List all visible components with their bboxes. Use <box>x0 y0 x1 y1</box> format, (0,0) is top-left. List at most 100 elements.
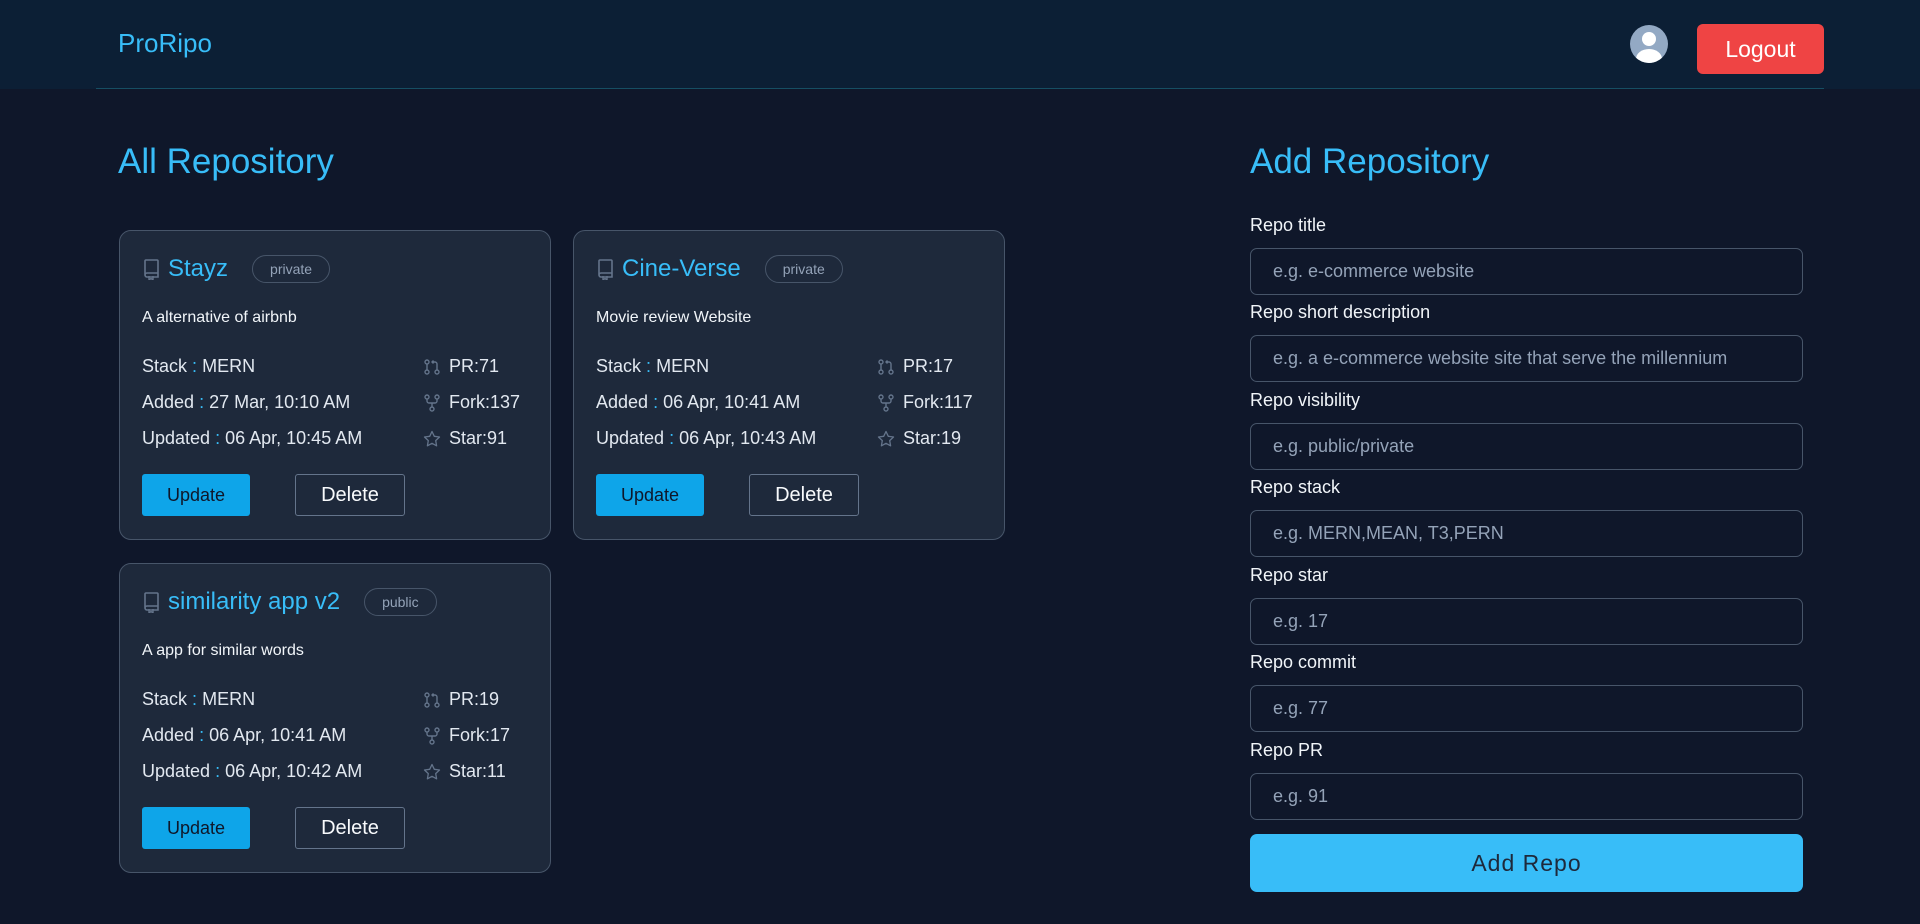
repo-pr-count: PR:17 <box>877 356 953 377</box>
fork-count-text: Fork:117 <box>903 392 973 412</box>
repo-updated: Updated : 06 Apr, 10:42 AM <box>142 761 363 781</box>
add-repository-title: Add Repository <box>1250 142 1490 181</box>
repo-commit-label: Repo commit <box>1250 652 1357 672</box>
book-icon <box>142 258 162 282</box>
add-repo-button[interactable]: Add Repo <box>1250 834 1803 892</box>
repo-pr-count: PR:19 <box>423 689 499 710</box>
repo-fork-count: Fork:17 <box>423 725 510 746</box>
logout-button[interactable]: Logout <box>1697 24 1824 74</box>
repo-description-input[interactable] <box>1250 335 1803 382</box>
repo-star-count: Star:91 <box>423 428 507 449</box>
repo-pr-input[interactable] <box>1250 773 1803 820</box>
visibility-badge: private <box>252 255 331 283</box>
repo-commit-input[interactable] <box>1250 685 1803 732</box>
repo-visibility-input[interactable] <box>1250 423 1803 470</box>
repo-added: Added : 06 Apr, 10:41 AM <box>142 725 347 745</box>
added-value: 06 Apr, 10:41 AM <box>663 392 801 412</box>
repo-stack-input[interactable] <box>1250 510 1803 557</box>
stack-label: Stack <box>142 356 188 376</box>
user-avatar-icon[interactable] <box>1630 25 1668 63</box>
avatar-body <box>1636 49 1662 63</box>
repo-stack-label: Repo stack <box>1250 477 1341 497</box>
repo-visibility-label: Repo visibility <box>1250 390 1361 410</box>
star-count-text: Star:11 <box>449 761 506 781</box>
book-icon <box>596 258 616 282</box>
repo-title-input[interactable] <box>1250 248 1803 295</box>
repo-card-header: similarity app v2 public <box>142 588 437 616</box>
repo-stack: Stack : MERN <box>596 356 710 376</box>
added-value: 06 Apr, 10:41 AM <box>209 725 347 745</box>
stack-value: MERN <box>202 689 256 709</box>
added-label: Added <box>142 392 195 412</box>
delete-button[interactable]: Delete <box>295 807 405 849</box>
visibility-badge: public <box>364 588 437 616</box>
pull-request-icon <box>424 691 440 708</box>
fork-icon <box>878 393 894 412</box>
repo-updated: Updated : 06 Apr, 10:43 AM <box>596 428 817 448</box>
repo-card: similarity app v2 public A app for simil… <box>119 563 551 873</box>
brand-logo[interactable]: ProRipo <box>118 28 212 59</box>
star-count-text: Star:91 <box>449 428 508 448</box>
stack-label: Stack <box>142 689 188 709</box>
pull-request-icon <box>878 358 894 375</box>
star-count-text: Star:19 <box>903 428 962 448</box>
repo-description-label: Repo short description <box>1250 302 1431 322</box>
repo-star-count: Star:19 <box>877 428 961 449</box>
fork-count-text: Fork:17 <box>449 725 511 745</box>
fork-count-text: Fork:137 <box>449 392 521 412</box>
repo-star-label: Repo star <box>1250 565 1329 585</box>
updated-label: Updated <box>596 428 665 448</box>
added-label: Added <box>142 725 195 745</box>
repo-star-count: Star:11 <box>423 761 506 782</box>
book-icon <box>142 591 162 615</box>
updated-label: Updated <box>142 761 211 781</box>
pull-request-icon <box>424 358 440 375</box>
pr-count-text: PR:19 <box>449 689 500 709</box>
header-divider <box>96 88 1824 89</box>
all-repository-title: All Repository <box>118 142 334 181</box>
added-label: Added <box>596 392 649 412</box>
repo-description: A alternative of airbnb <box>142 309 297 326</box>
visibility-badge: private <box>764 255 843 283</box>
repo-description: A app for similar words <box>142 642 304 659</box>
repo-fork-count: Fork:117 <box>877 392 973 413</box>
update-button[interactable]: Update <box>596 474 704 516</box>
stack-label: Stack <box>596 356 642 376</box>
repo-updated: Updated : 06 Apr, 10:45 AM <box>142 428 363 448</box>
repo-added: Added : 06 Apr, 10:41 AM <box>596 392 801 412</box>
delete-button[interactable]: Delete <box>295 474 405 516</box>
repo-pr-label: Repo PR <box>1250 740 1324 760</box>
repo-stack: Stack : MERN <box>142 356 256 376</box>
star-icon <box>877 430 895 446</box>
avatar-head <box>1642 32 1656 46</box>
star-icon <box>423 430 441 446</box>
repo-fork-count: Fork:137 <box>423 392 520 413</box>
fork-icon <box>424 726 440 745</box>
repo-title-link[interactable]: Stayz <box>168 255 228 283</box>
repo-star-input[interactable] <box>1250 598 1803 645</box>
updated-value: 06 Apr, 10:45 AM <box>225 428 363 448</box>
repo-title-link[interactable]: similarity app v2 <box>168 588 340 616</box>
repo-title-link[interactable]: Cine-Verse <box>622 255 741 283</box>
delete-button[interactable]: Delete <box>749 474 859 516</box>
added-value: 27 Mar, 10:10 AM <box>209 392 351 412</box>
repo-card-header: Stayz private <box>142 255 331 283</box>
repo-stack: Stack : MERN <box>142 689 256 709</box>
repo-pr-count: PR:71 <box>423 356 499 377</box>
repo-added: Added : 27 Mar, 10:10 AM <box>142 392 351 412</box>
repo-card: Stayz private A alternative of airbnb St… <box>119 230 551 540</box>
updated-value: 06 Apr, 10:43 AM <box>679 428 817 448</box>
pr-count-text: PR:71 <box>449 356 500 376</box>
update-button[interactable]: Update <box>142 474 250 516</box>
repo-card: Cine-Verse private Movie review Website … <box>573 230 1005 540</box>
star-icon <box>423 763 441 779</box>
repo-description: Movie review Website <box>596 309 752 326</box>
stack-value: MERN <box>656 356 710 376</box>
pr-count-text: PR:17 <box>903 356 954 376</box>
repo-title-label: Repo title <box>1250 215 1327 235</box>
updated-label: Updated <box>142 428 211 448</box>
fork-icon <box>424 393 440 412</box>
repo-card-header: Cine-Verse private <box>596 255 843 283</box>
update-button[interactable]: Update <box>142 807 250 849</box>
top-navbar: ProRipo Logout <box>0 0 1920 89</box>
